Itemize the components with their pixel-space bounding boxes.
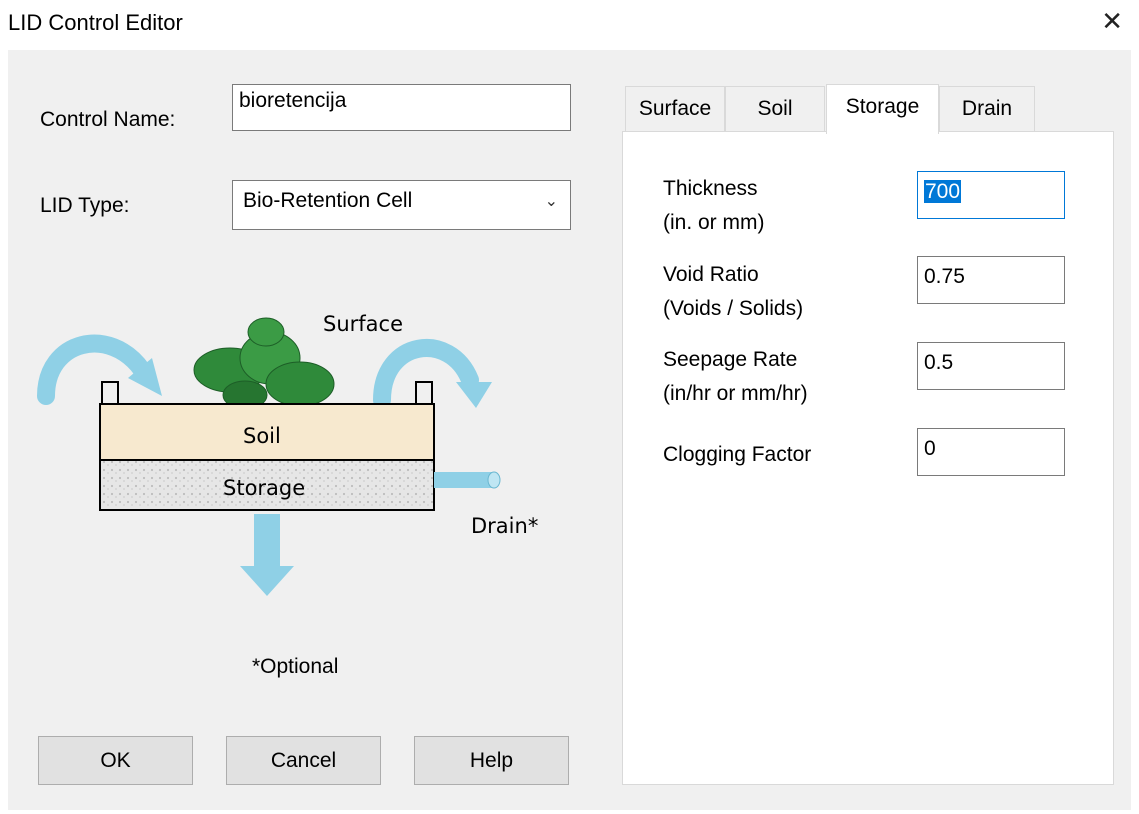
void-ratio-unit: (Voids / Solids) — [663, 297, 804, 320]
ok-button[interactable]: OK — [38, 736, 193, 785]
optional-note: *Optional — [252, 655, 339, 678]
overflow-arrow-icon — [373, 339, 492, 409]
thickness-value: 700 — [924, 180, 962, 203]
seepage-rate-label: Seepage Rate — [663, 348, 798, 371]
thickness-unit: (in. or mm) — [663, 211, 765, 234]
lid-type-value: Bio-Retention Cell — [243, 189, 413, 212]
lid-type-label: LID Type: — [40, 194, 130, 217]
window-title: LID Control Editor — [8, 10, 183, 35]
close-icon[interactable]: ✕ — [1101, 6, 1123, 37]
seepage-arrow-icon — [240, 514, 294, 596]
thickness-input[interactable]: 700 — [917, 171, 1065, 219]
lid-type-select[interactable]: Bio-Retention Cell ⌄ — [232, 180, 571, 230]
control-name-label: Control Name: — [40, 108, 176, 131]
tab-surface[interactable]: Surface — [625, 86, 725, 132]
cancel-button[interactable]: Cancel — [226, 736, 381, 785]
control-name-value: bioretencija — [239, 89, 347, 112]
tab-drain[interactable]: Drain — [939, 86, 1035, 132]
void-ratio-value: 0.75 — [924, 265, 965, 288]
drain-pipe-icon — [434, 471, 501, 489]
seepage-rate-value: 0.5 — [924, 351, 954, 374]
soil-layer-label: Soil — [243, 424, 281, 448]
clogging-factor-value: 0 — [924, 437, 936, 460]
storage-layer-label: Storage — [223, 476, 306, 500]
drain-layer-label: Drain* — [471, 514, 539, 538]
tab-storage[interactable]: Storage — [826, 84, 939, 134]
lid-diagram — [37, 317, 501, 596]
chevron-down-icon: ⌄ — [544, 193, 558, 210]
surface-layer-label: Surface — [323, 312, 404, 336]
control-name-input[interactable]: bioretencija — [232, 84, 571, 131]
seepage-rate-input[interactable]: 0.5 — [917, 342, 1065, 390]
void-ratio-label: Void Ratio — [663, 263, 759, 286]
plant-icon — [193, 317, 335, 410]
help-button[interactable]: Help — [414, 736, 569, 785]
clogging-factor-input[interactable]: 0 — [917, 428, 1065, 476]
seepage-rate-unit: (in/hr or mm/hr) — [663, 382, 808, 405]
tab-soil[interactable]: Soil — [725, 86, 825, 132]
clogging-factor-label: Clogging Factor — [663, 443, 812, 466]
void-ratio-input[interactable]: 0.75 — [917, 256, 1065, 304]
thickness-label: Thickness — [663, 177, 758, 200]
